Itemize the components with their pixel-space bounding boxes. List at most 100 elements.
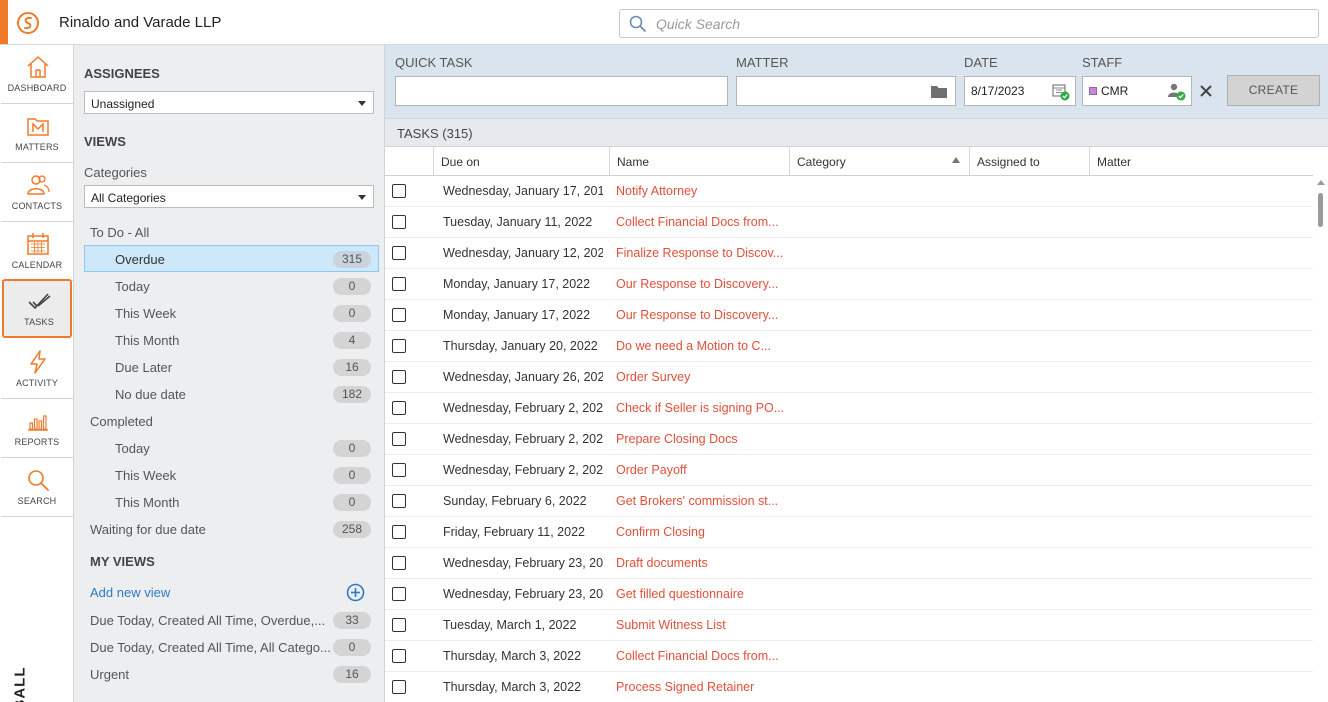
table-row[interactable]: Monday, January 17, 2022 Our Response to … — [385, 300, 1313, 331]
row-checkbox[interactable] — [392, 587, 406, 601]
row-checkbox[interactable] — [392, 401, 406, 415]
view-waiting-due-date[interactable]: Waiting for due date 258 — [84, 516, 379, 543]
task-name-link[interactable]: Order Survey — [616, 370, 788, 384]
task-name-link[interactable]: Our Response to Discovery... — [616, 277, 788, 291]
row-checkbox[interactable] — [392, 463, 406, 477]
row-checkbox[interactable] — [392, 277, 406, 291]
task-name-link[interactable]: Submit Witness List — [616, 618, 788, 632]
add-circle-icon[interactable] — [346, 583, 365, 602]
task-name-link[interactable]: Finalize Response to Discov... — [616, 246, 788, 260]
task-name-link[interactable]: Check if Seller is signing PO... — [616, 401, 788, 415]
table-row[interactable]: Tuesday, January 11, 2022 Collect Financi… — [385, 207, 1313, 238]
my-view-item[interactable]: Urgent 16 — [84, 661, 379, 688]
nav-tasks[interactable]: TASKS — [2, 279, 72, 338]
table-row[interactable]: Wednesday, January 17, 2018 Notify Attorn… — [385, 176, 1313, 207]
table-row[interactable]: Monday, January 17, 2022 Our Response to … — [385, 269, 1313, 300]
view-completed-this-month[interactable]: This Month 0 — [84, 489, 379, 516]
view-completed-today[interactable]: Today 0 — [84, 435, 379, 462]
row-checkbox[interactable] — [392, 649, 406, 663]
table-row[interactable]: Friday, February 11, 2022 Confirm Closing… — [385, 517, 1313, 548]
close-icon[interactable] — [1200, 85, 1212, 97]
assignee-select[interactable]: Unassigned — [84, 91, 374, 114]
table-row[interactable]: Wednesday, February 2, 2022 Prepare Closi… — [385, 424, 1313, 455]
app-logo-icon[interactable] — [16, 11, 40, 35]
view-this-month[interactable]: This Month 4 — [84, 327, 379, 354]
nav-matters[interactable]: MATTERS — [1, 104, 73, 163]
task-name-link[interactable]: Notify Attorney — [616, 184, 788, 198]
scroll-thumb[interactable] — [1318, 193, 1323, 227]
row-checkbox[interactable] — [392, 680, 406, 694]
row-checkbox[interactable] — [392, 525, 406, 539]
category-select[interactable]: All Categories — [84, 185, 374, 208]
task-name-link[interactable]: Get filled questionnaire — [616, 587, 788, 601]
task-name-link[interactable]: Order Payoff — [616, 463, 788, 477]
view-count-badge: 33 — [333, 612, 371, 629]
calendar-check-icon[interactable] — [1052, 83, 1070, 101]
row-checkbox[interactable] — [392, 184, 406, 198]
matter-input[interactable] — [736, 76, 956, 106]
table-row[interactable]: Tuesday, March 1, 2022 Submit Witness Lis… — [385, 610, 1313, 641]
task-name-link[interactable]: Our Response to Discovery... — [616, 308, 788, 322]
task-name-link[interactable]: Confirm Closing — [616, 525, 788, 539]
person-check-icon[interactable] — [1167, 82, 1186, 101]
table-row[interactable]: Wednesday, February 2, 2022 Check if Sell… — [385, 393, 1313, 424]
date-input[interactable]: 8/17/2023 — [964, 76, 1076, 106]
view-overdue[interactable]: Overdue 315 — [84, 245, 379, 272]
row-checkbox[interactable] — [392, 618, 406, 632]
table-row[interactable]: Sunday, February 6, 2022 Get Brokers' com… — [385, 486, 1313, 517]
nav-activity[interactable]: ACTIVITY — [1, 340, 73, 399]
create-button[interactable]: CREATE — [1227, 75, 1320, 106]
table-row[interactable]: Wednesday, February 23, 2022 Get filled q… — [385, 579, 1313, 610]
table-row[interactable]: Thursday, January 20, 2022 Do we need a M… — [385, 331, 1313, 362]
table-row[interactable]: Wednesday, February 2, 2022Order PayoffJ… — [385, 455, 1313, 486]
nav-reports[interactable]: REPORTS — [1, 399, 73, 458]
quick-task-input[interactable] — [395, 76, 728, 106]
task-name-link[interactable]: Do we need a Motion to C... — [616, 339, 788, 353]
nav-dashboard[interactable]: DASHBOARD — [1, 45, 73, 104]
quick-search-input[interactable] — [656, 14, 1296, 34]
column-category[interactable]: Category — [789, 147, 970, 176]
column-name[interactable]: Name — [609, 147, 790, 176]
my-view-item[interactable]: Due Today, Created All Time, Overdue,...… — [84, 607, 379, 634]
column-matter[interactable]: Matter — [1089, 147, 1313, 176]
row-checkbox[interactable] — [392, 339, 406, 353]
add-new-view-link[interactable]: Add new view — [90, 585, 170, 600]
view-today[interactable]: Today 0 — [84, 273, 379, 300]
task-name-link[interactable]: Get Brokers' commission st... — [616, 494, 788, 508]
tasks-header: TASKS (315) — [385, 118, 1328, 147]
view-due-later[interactable]: Due Later 16 — [84, 354, 379, 381]
view-completed-this-week[interactable]: This Week 0 — [84, 462, 379, 489]
nav-contacts[interactable]: CONTACTS — [1, 163, 73, 222]
row-checkbox[interactable] — [392, 432, 406, 446]
task-name-link[interactable]: Prepare Closing Docs — [616, 432, 788, 446]
task-name-link[interactable]: Collect Financial Docs from... — [616, 649, 788, 663]
column-assigned-to[interactable]: Assigned to — [969, 147, 1090, 176]
row-checkbox[interactable] — [392, 246, 406, 260]
row-checkbox[interactable] — [392, 308, 406, 322]
task-name-link[interactable]: Draft documents — [616, 556, 788, 570]
nav-calendar[interactable]: CALENDAR — [1, 222, 73, 281]
task-name-link[interactable]: Collect Financial Docs from... — [616, 215, 788, 229]
row-checkbox[interactable] — [392, 556, 406, 570]
table-row[interactable]: Thursday, March 3, 2022 Collect Financial… — [385, 641, 1313, 672]
column-due-on[interactable]: Due on — [433, 147, 610, 176]
quick-search-box[interactable] — [619, 9, 1319, 38]
task-name-link[interactable]: Process Signed Retainer — [616, 680, 788, 694]
row-checkbox[interactable] — [392, 215, 406, 229]
table-row[interactable]: Wednesday, February 23, 2022 Draft docume… — [385, 548, 1313, 579]
row-checkbox[interactable] — [392, 370, 406, 384]
row-checkbox[interactable] — [392, 494, 406, 508]
view-no-due-date[interactable]: No due date 182 — [84, 381, 379, 408]
completed-group-label[interactable]: Completed — [90, 414, 153, 429]
staff-input[interactable]: CMR — [1082, 76, 1192, 106]
nav-search[interactable]: SEARCH — [1, 458, 73, 517]
table-row[interactable]: Wednesday, January 26, 2022Order SurveyJ… — [385, 362, 1313, 393]
todo-group-label[interactable]: To Do - All — [90, 225, 149, 240]
table-row[interactable]: Thursday, March 3, 2022 Process Signed Re… — [385, 672, 1313, 702]
folder-icon[interactable] — [931, 85, 947, 98]
scroll-up-arrow-icon[interactable] — [1317, 180, 1325, 185]
table-row[interactable]: Wednesday, January 12, 2022 Finalize Resp… — [385, 238, 1313, 269]
view-this-week[interactable]: This Week 0 — [84, 300, 379, 327]
my-view-item[interactable]: Due Today, Created All Time, All Catego.… — [84, 634, 379, 661]
vertical-scrollbar[interactable] — [1313, 176, 1328, 702]
